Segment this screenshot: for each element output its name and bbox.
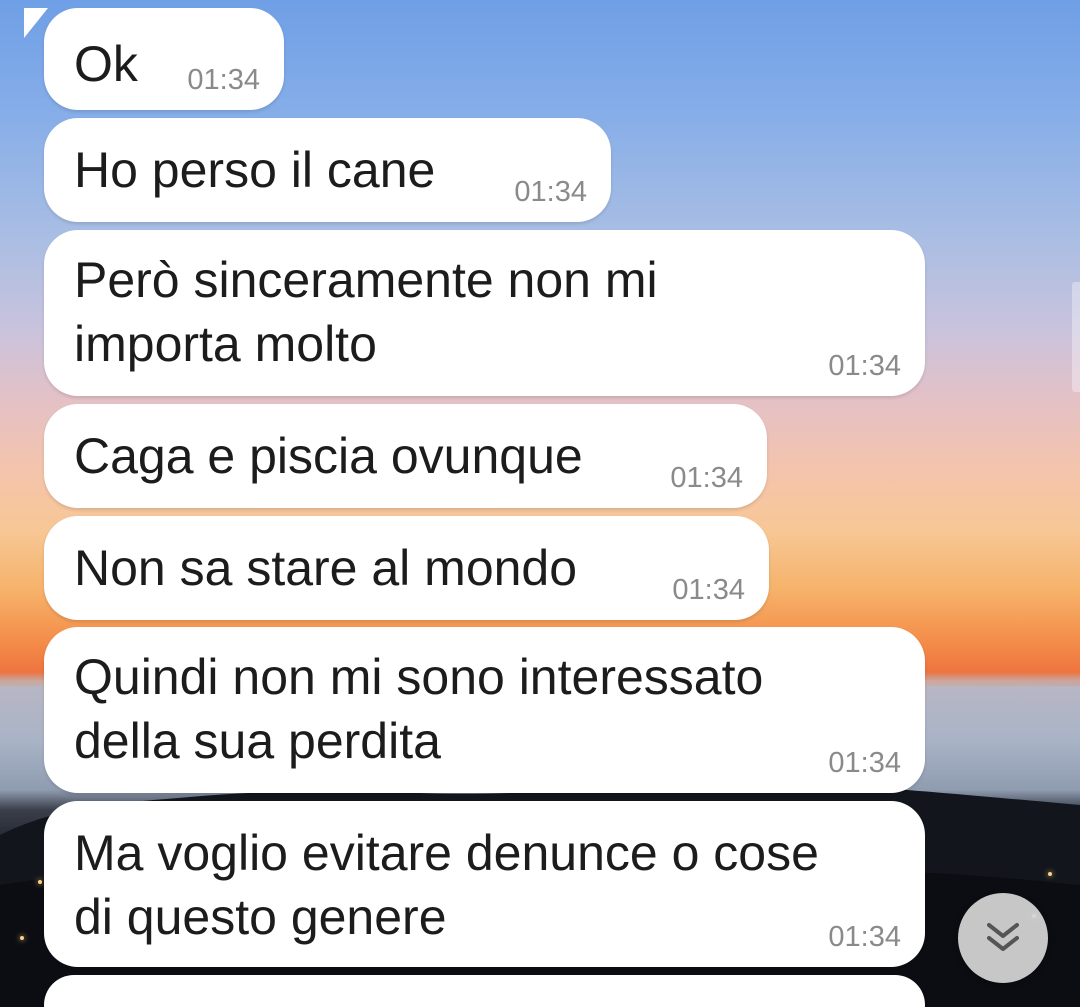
message-time: 01:34 — [187, 64, 260, 96]
scroll-to-bottom-button[interactable] — [958, 893, 1048, 983]
message-time: 01:34 — [828, 921, 901, 953]
message-text: Ok — [74, 36, 138, 92]
message-text: Però sinceramente non mi importa molto — [74, 252, 658, 372]
message-time: 01:34 — [670, 462, 743, 494]
message-bubble[interactable]: Non sa stare al mondo 01:34 — [44, 516, 769, 620]
message-time: 01:34 — [828, 350, 901, 382]
message-list[interactable]: Ok 01:34 Ho perso il cane 01:34 Però sin… — [0, 0, 1080, 1007]
message-text: Caga e piscia ovunque — [74, 428, 583, 484]
bubble-tail — [24, 8, 48, 38]
message-bubble[interactable]: Ho perso il cane 01:34 — [44, 118, 611, 222]
message-time: 01:34 — [828, 747, 901, 779]
message-bubble[interactable]: Ok 01:34 — [24, 8, 284, 110]
message-text: Non sa stare al mondo — [74, 540, 578, 596]
message-text: Ho perso il cane — [74, 142, 436, 198]
message-bubble[interactable]: Però sinceramente non mi importa molto 0… — [44, 230, 925, 396]
message-time: 01:34 — [514, 176, 587, 208]
message-time: 01:34 — [672, 574, 745, 606]
message-bubble[interactable]: Ma voglio evitare denunce o cose di ques… — [44, 801, 925, 967]
message-bubble[interactable]: Caga e piscia ovunque 01:34 — [44, 404, 767, 508]
message-bubble[interactable]: Quindi non mi sono interessato della sua… — [44, 627, 925, 793]
message-bubble-partial[interactable] — [44, 975, 925, 1007]
message-text: Ma voglio evitare denunce o cose di ques… — [74, 825, 819, 945]
message-text: Quindi non mi sono interessato della sua… — [74, 649, 764, 769]
double-chevron-down-icon — [987, 923, 1019, 951]
